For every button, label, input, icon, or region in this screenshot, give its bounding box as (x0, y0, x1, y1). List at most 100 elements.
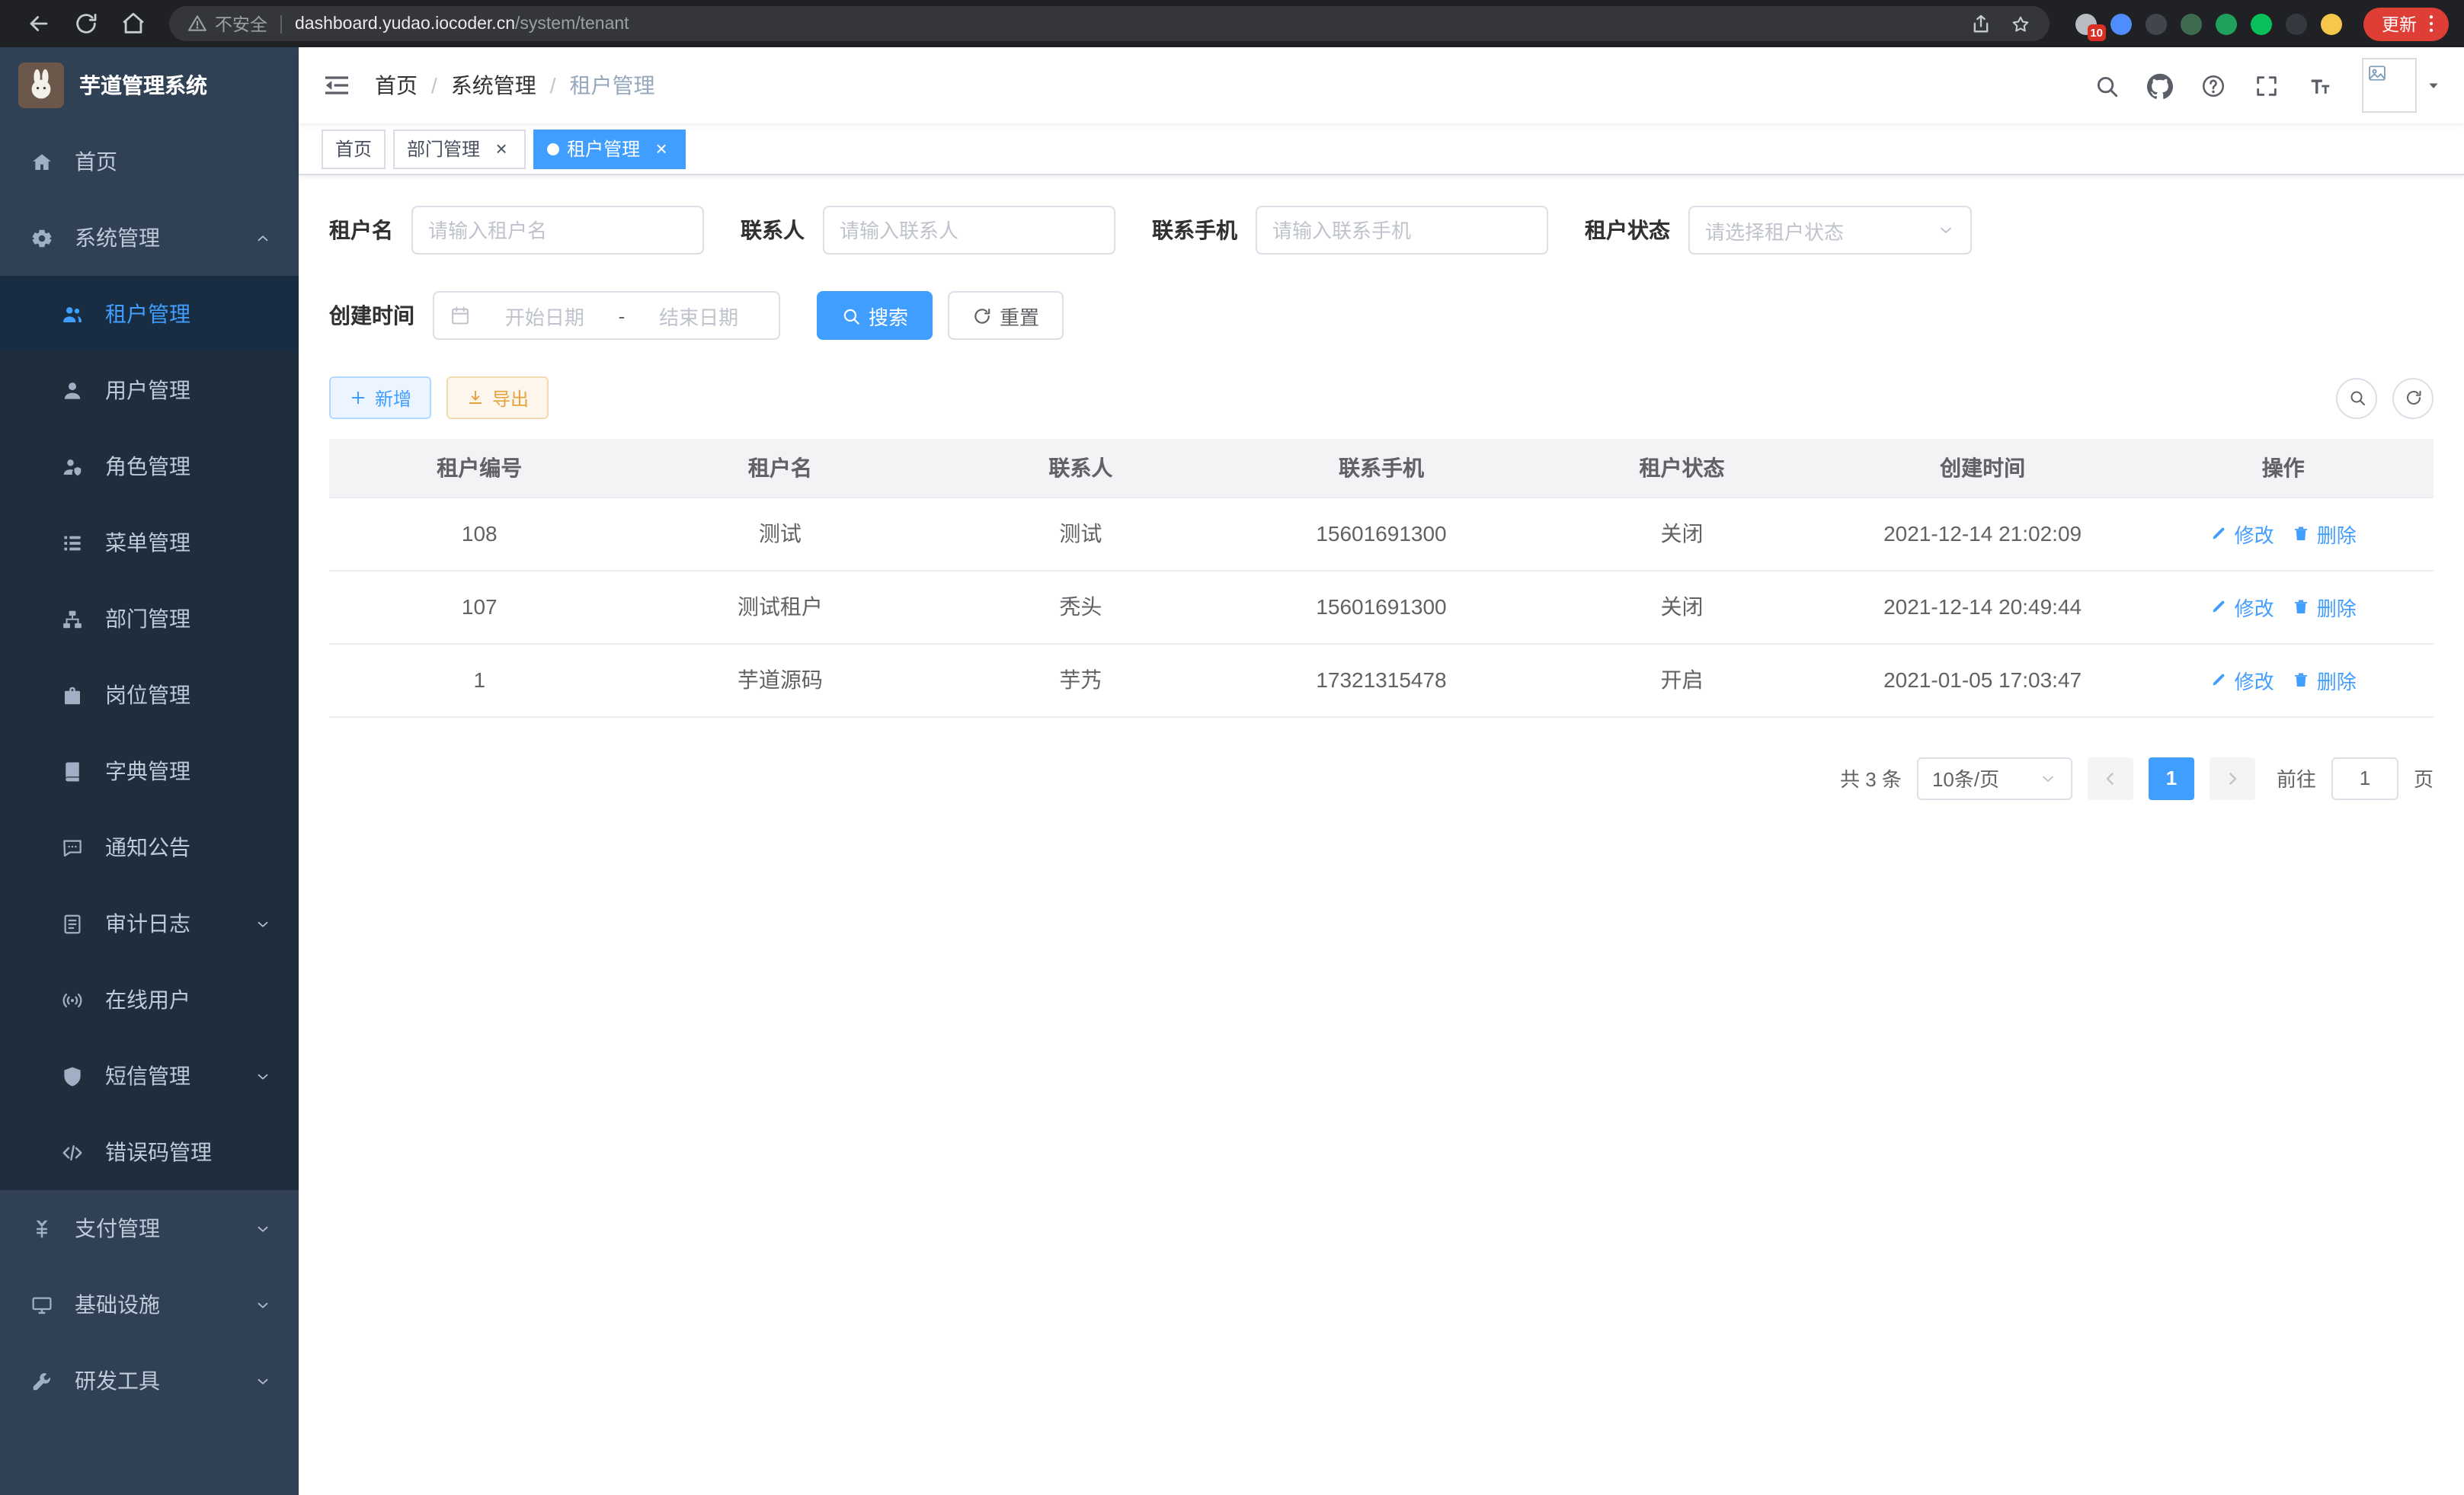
plus-icon (349, 389, 367, 407)
dept-tree-icon (61, 607, 84, 630)
sidebar-item[interactable]: 错误码管理 (0, 1114, 299, 1190)
refresh-icon (972, 306, 992, 325)
add-button[interactable]: 新增 (329, 376, 431, 419)
sidebar-item[interactable]: 用户管理 (0, 352, 299, 428)
share-icon[interactable] (1970, 13, 1992, 34)
sidebar-item-label: 系统管理 (75, 222, 254, 253)
search-icon (2094, 72, 2120, 98)
sidebar-toggle[interactable] (299, 47, 375, 123)
sidebar-item[interactable]: 首页 (0, 123, 299, 200)
help-button[interactable] (2187, 47, 2240, 123)
infra-monitor-icon (30, 1293, 53, 1316)
pagination: 共 3 条 10条/页 1 前往 页 (329, 757, 2434, 799)
prev-page-button[interactable] (2088, 757, 2133, 799)
omnibox-divider (280, 14, 281, 33)
cell-status: 开启 (1531, 643, 1832, 716)
form-item: 租户名 (329, 206, 704, 255)
sidebar-item[interactable]: 研发工具 (0, 1343, 299, 1419)
sidebar-item[interactable]: 岗位管理 (0, 657, 299, 733)
user-avatar-dropdown[interactable] (2362, 58, 2443, 113)
sidebar-item[interactable]: 角色管理 (0, 428, 299, 504)
delete-link[interactable]: 删除 (2293, 592, 2357, 621)
browser-home-icon[interactable] (120, 11, 146, 37)
export-button[interactable]: 导出 (446, 376, 549, 419)
sidebar-menu: 首页系统管理租户管理用户管理角色管理菜单管理部门管理岗位管理字典管理通知公告审计… (0, 123, 299, 1495)
url-path: /system/tenant (515, 14, 629, 33)
sidebar-item[interactable]: 字典管理 (0, 733, 299, 809)
edit-link[interactable]: 修改 (2210, 665, 2274, 694)
extension-dark-green-icon[interactable] (2181, 13, 2202, 34)
breadcrumb-separator: / (431, 73, 437, 98)
close-icon[interactable]: × (491, 138, 512, 159)
browser-back-icon[interactable] (26, 11, 52, 37)
text-input[interactable] (428, 219, 687, 242)
fullscreen-button[interactable] (2240, 47, 2293, 123)
extension-dark-paw-icon[interactable] (2286, 13, 2307, 34)
address-bar[interactable]: 不安全 dashboard.yudao.iocoder.cn/system/te… (169, 6, 2050, 41)
cell-actions: 修改删除 (2133, 570, 2434, 643)
text-input[interactable] (840, 219, 1099, 242)
toggle-search-button[interactable] (2336, 377, 2377, 418)
add-button-label: 新增 (375, 385, 411, 411)
goto-page-input[interactable] (2331, 757, 2398, 799)
column-header: 租户编号 (329, 439, 630, 497)
sidebar-item[interactable]: 租户管理 (0, 276, 299, 352)
extension-green-chat-icon[interactable] (2251, 13, 2272, 34)
chevron-down-icon (254, 915, 271, 932)
close-icon[interactable]: × (651, 138, 672, 159)
tab-item[interactable]: 首页 (322, 129, 386, 168)
github-link[interactable] (2133, 47, 2187, 123)
total-count: 共 3 条 (1840, 764, 1902, 792)
extension-dark-globe-icon[interactable] (2146, 13, 2167, 34)
column-header: 操作 (2133, 439, 2434, 497)
edit-link[interactable]: 修改 (2210, 592, 2274, 621)
sidebar-item[interactable]: 通知公告 (0, 809, 299, 885)
extension-grid-icon[interactable]: 10 (2075, 13, 2097, 34)
app-logo[interactable]: 芋道管理系统 (0, 47, 299, 123)
sidebar-item[interactable]: 基础设施 (0, 1266, 299, 1343)
date-range-picker[interactable]: 开始日期 - 结束日期 (433, 291, 780, 340)
extension-blue-icon[interactable] (2110, 13, 2132, 34)
rabbit-avatar-icon (23, 67, 59, 104)
delete-link[interactable]: 删除 (2293, 519, 2357, 548)
refresh-table-button[interactable] (2392, 377, 2434, 418)
breadcrumb-item[interactable]: 首页 (375, 70, 418, 101)
sidebar-item[interactable]: 支付管理 (0, 1190, 299, 1266)
search-button[interactable]: 搜索 (817, 291, 933, 340)
sidebar-item[interactable]: 在线用户 (0, 962, 299, 1038)
extension-yellow-avatar-icon[interactable] (2321, 13, 2342, 34)
cell-mobile: 17321315478 (1231, 643, 1532, 716)
sidebar-item[interactable]: 菜单管理 (0, 504, 299, 581)
tab-item[interactable]: 部门管理× (393, 129, 526, 168)
sidebar-item[interactable]: 短信管理 (0, 1038, 299, 1114)
table-header-row: 租户编号租户名联系人联系手机租户状态创建时间操作 (329, 439, 2434, 497)
sidebar-item[interactable]: 系统管理 (0, 200, 299, 276)
column-header: 联系人 (930, 439, 1231, 497)
start-date-placeholder: 开始日期 (480, 301, 610, 330)
sidebar-item-label: 首页 (75, 146, 271, 177)
tab-item[interactable]: 租户管理× (533, 129, 686, 168)
cell-created: 2021-01-05 17:03:47 (1832, 643, 2133, 716)
reset-button[interactable]: 重置 (948, 291, 1064, 340)
form-item: 租户状态请选择租户状态 (1585, 206, 1972, 255)
update-button[interactable]: 更新 (2363, 7, 2449, 40)
sidebar-item[interactable]: 部门管理 (0, 581, 299, 657)
next-page-button[interactable] (2210, 757, 2255, 799)
text-input[interactable] (1272, 219, 1531, 242)
sidebar-item[interactable]: 审计日志 (0, 885, 299, 962)
kebab-menu-icon[interactable] (2420, 12, 2443, 35)
extension-green-circle-icon[interactable] (2216, 13, 2237, 34)
page-size-select[interactable]: 10条/页 (1917, 757, 2072, 799)
header-search-button[interactable] (2080, 47, 2133, 123)
browser-reload-icon[interactable] (73, 11, 99, 37)
sidebar-item-label: 研发工具 (75, 1365, 254, 1396)
bookmark-star-icon[interactable] (2010, 13, 2031, 34)
font-size-button[interactable] (2293, 47, 2347, 123)
cell-name: 测试租户 (630, 570, 931, 643)
delete-link[interactable]: 删除 (2293, 665, 2357, 694)
breadcrumb-item[interactable]: 系统管理 (451, 70, 536, 101)
edit-link[interactable]: 修改 (2210, 519, 2274, 548)
page-number-button[interactable]: 1 (2149, 757, 2194, 799)
tenant-status-select[interactable]: 请选择租户状态 (1688, 206, 1972, 255)
field-label: 联系手机 (1152, 215, 1237, 245)
